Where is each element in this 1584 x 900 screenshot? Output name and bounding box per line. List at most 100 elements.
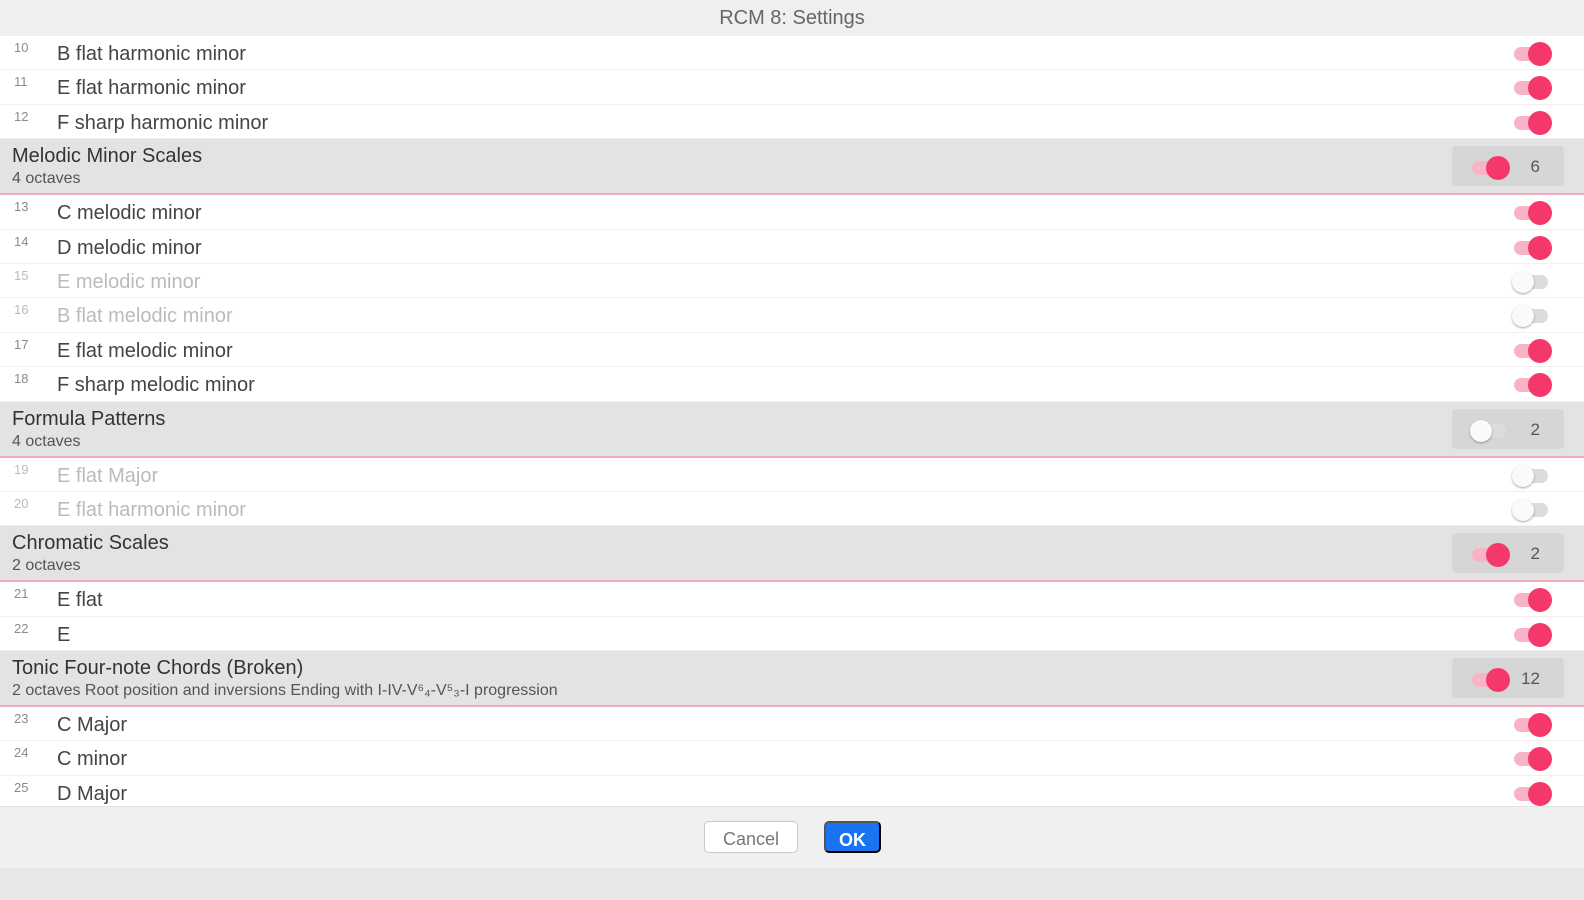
item-toggle[interactable] [1512, 305, 1548, 328]
toggle-knob [1528, 781, 1552, 806]
list-item[interactable]: 10 B flat harmonic minor [0, 36, 1584, 71]
section-subtitle: 4 octaves [12, 170, 81, 188]
window-title: RCM 8: Settings [0, 0, 1584, 37]
item-number: 16 [14, 302, 29, 318]
item-label: E flat [57, 589, 103, 612]
item-number: 12 [14, 108, 29, 124]
item-toggle[interactable] [1514, 201, 1552, 226]
item-number: 22 [14, 620, 29, 636]
item-label: F sharp harmonic minor [57, 111, 269, 134]
section-toggle[interactable] [1472, 543, 1510, 568]
list-item[interactable]: 25 D Major [0, 775, 1584, 806]
section-subtitle: 2 octaves [12, 557, 81, 575]
item-label: E melodic minor [57, 270, 201, 293]
item-label: D Major [57, 782, 128, 805]
list-item[interactable]: 23 C Major [0, 707, 1584, 742]
toggle-knob [1528, 588, 1552, 613]
toggle-knob [1528, 713, 1552, 738]
ok-button[interactable]: OK [824, 821, 881, 853]
item-toggle[interactable] [1514, 373, 1552, 398]
item-number: 13 [14, 199, 29, 215]
item-number: 20 [14, 495, 29, 511]
item-toggle[interactable] [1514, 338, 1552, 363]
toggle-knob [1528, 110, 1552, 135]
item-toggle[interactable] [1514, 110, 1552, 135]
section-title: Formula Patterns [12, 407, 166, 430]
list-item[interactable]: 11 E flat harmonic minor [0, 70, 1584, 105]
section-toggle[interactable] [1470, 419, 1506, 442]
toggle-knob [1528, 373, 1552, 398]
section-count: 2 [1530, 544, 1540, 564]
item-label: E flat harmonic minor [57, 77, 246, 100]
section-toggle[interactable] [1472, 668, 1510, 693]
section-toggle-control[interactable]: 6 [1452, 146, 1564, 187]
list-item[interactable]: 12 F sharp harmonic minor [0, 104, 1584, 140]
list-item[interactable]: 15 E melodic minor [0, 263, 1584, 299]
item-toggle[interactable] [1514, 747, 1552, 772]
item-number: 10 [14, 40, 29, 55]
item-label: D melodic minor [57, 236, 202, 259]
section-title: Melodic Minor Scales [12, 145, 203, 168]
item-number: 14 [14, 233, 29, 249]
list-item[interactable]: 14 D melodic minor [0, 229, 1584, 264]
settings-list[interactable]: 10 B flat harmonic minor 11 E flat harmonic… [0, 36, 1584, 806]
item-label: F sharp melodic minor [57, 374, 255, 397]
list-item[interactable]: 20 E flat harmonic minor [0, 491, 1584, 527]
toggle-knob [1528, 201, 1552, 226]
section-header: Formula Patterns 4 octaves 2 [0, 401, 1584, 458]
item-number: 11 [14, 74, 28, 90]
item-toggle[interactable] [1514, 76, 1552, 101]
toggle-knob [1512, 498, 1534, 521]
toggle-knob [1528, 622, 1552, 647]
bottom-bar [0, 868, 1584, 900]
toggle-knob [1486, 543, 1510, 568]
list-item[interactable]: 17 E flat melodic minor [0, 332, 1584, 368]
item-toggle[interactable] [1512, 270, 1548, 293]
toggle-knob [1470, 419, 1492, 442]
item-toggle[interactable] [1514, 235, 1552, 260]
section-toggle-control[interactable]: 2 [1452, 533, 1564, 574]
item-number: 21 [14, 586, 29, 602]
toggle-knob [1486, 156, 1510, 181]
item-label: E flat harmonic minor [57, 498, 246, 521]
item-label: B flat harmonic minor [57, 43, 246, 65]
item-label: E flat melodic minor [57, 339, 233, 362]
list-item[interactable]: 22 E [0, 616, 1584, 652]
toggle-knob [1528, 747, 1552, 772]
section-title: Chromatic Scales [12, 532, 169, 555]
section-title: Tonic Four-note Chords (Broken) [12, 657, 304, 680]
section-toggle[interactable] [1472, 156, 1510, 181]
item-label: C minor [57, 748, 128, 771]
item-number: 15 [14, 267, 29, 283]
list-item[interactable]: 21 E flat [0, 582, 1584, 617]
section-toggle-control[interactable]: 2 [1452, 408, 1564, 449]
item-number: 23 [14, 711, 29, 727]
item-number: 24 [14, 745, 29, 761]
item-toggle[interactable] [1514, 588, 1552, 613]
list-item[interactable]: 13 C melodic minor [0, 195, 1584, 230]
cancel-button[interactable]: Cancel [704, 821, 798, 853]
list-item[interactable]: 24 C minor [0, 741, 1584, 776]
item-toggle[interactable] [1512, 498, 1548, 521]
list-item[interactable]: 16 B flat melodic minor [0, 298, 1584, 333]
item-toggle[interactable] [1514, 713, 1552, 738]
toggle-knob [1512, 305, 1534, 328]
section-header: Melodic Minor Scales 4 octaves 6 [0, 139, 1584, 196]
section-count: 12 [1521, 669, 1540, 689]
section-header: Chromatic Scales 2 octaves 2 [0, 526, 1584, 583]
section-subtitle: 2 octaves Root position and inversions E… [12, 682, 558, 700]
item-toggle[interactable] [1514, 42, 1552, 66]
item-label: B flat melodic minor [57, 305, 233, 328]
toggle-knob [1486, 668, 1510, 693]
list-item[interactable]: 18 F sharp melodic minor [0, 367, 1584, 402]
item-toggle[interactable] [1514, 622, 1552, 647]
toggle-knob [1528, 76, 1552, 101]
item-number: 25 [14, 779, 29, 795]
toggle-knob [1512, 270, 1534, 293]
item-toggle[interactable] [1512, 464, 1548, 487]
section-toggle-control[interactable]: 12 [1452, 658, 1564, 699]
list-item[interactable]: 19 E flat Major [0, 457, 1584, 492]
item-toggle[interactable] [1514, 781, 1552, 806]
item-number: 17 [14, 336, 29, 352]
item-number: 19 [14, 461, 29, 477]
